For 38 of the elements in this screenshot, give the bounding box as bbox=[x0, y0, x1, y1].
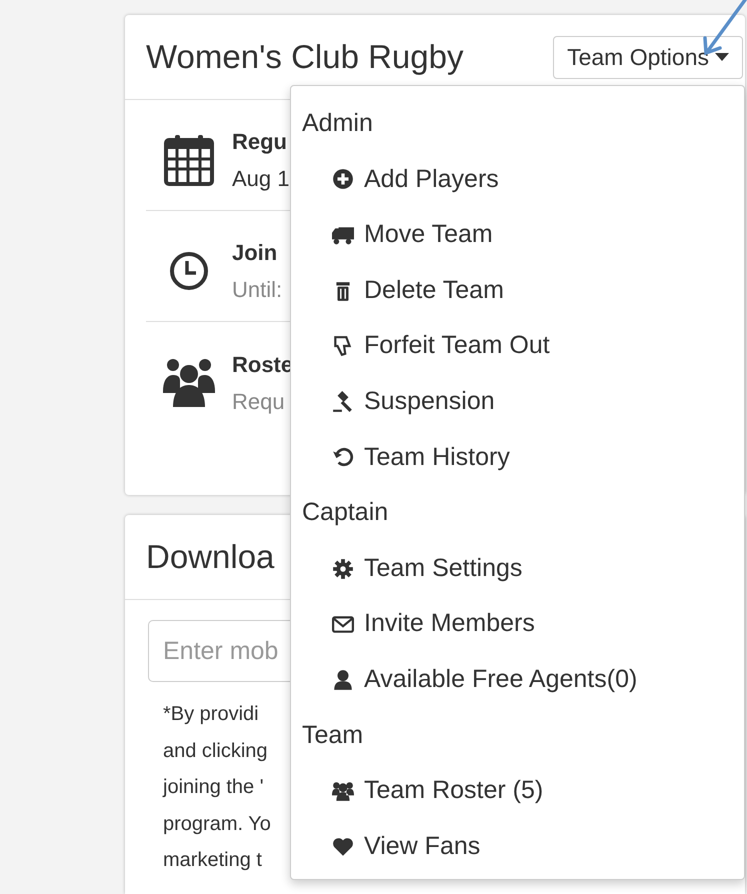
menu-item[interactable]: Team History bbox=[291, 430, 744, 486]
menu-item[interactable]: Team Settings bbox=[291, 540, 744, 596]
disclaimer-text: *By providi bbox=[163, 702, 259, 727]
menu-item[interactable]: Delete Team bbox=[291, 262, 744, 318]
menu-item[interactable]: Team Roster (5) bbox=[291, 763, 744, 819]
user-icon bbox=[332, 668, 354, 691]
row-detail: Until: bbox=[232, 276, 282, 304]
team-options-button[interactable]: Team Options bbox=[553, 36, 743, 78]
users-icon bbox=[161, 356, 217, 408]
calendar-icon bbox=[164, 134, 214, 186]
row-title: Join bbox=[232, 239, 278, 267]
menu-item[interactable]: View Fans bbox=[291, 818, 744, 874]
history-icon bbox=[332, 446, 354, 468]
users-icon bbox=[332, 780, 354, 802]
menu-section-header: Captain bbox=[302, 497, 388, 528]
row-detail: Aug 1 bbox=[232, 165, 290, 193]
heart-icon bbox=[332, 836, 354, 858]
menu-section-header: Team bbox=[302, 720, 364, 751]
disclaimer-text: marketing t bbox=[163, 848, 262, 873]
menu-item[interactable]: Suspension bbox=[291, 374, 744, 430]
row-detail: Requ bbox=[232, 388, 286, 416]
row-title: Roste bbox=[232, 350, 294, 378]
disclaimer-text: and clicking bbox=[163, 738, 268, 764]
menu-item[interactable]: Move Team bbox=[291, 207, 744, 263]
gavel-icon bbox=[332, 390, 354, 413]
disclaimer-text: joining the ' bbox=[163, 775, 264, 800]
row-title: Regu bbox=[232, 128, 288, 156]
plus-circle-icon bbox=[332, 168, 354, 190]
thumbs-down-icon bbox=[332, 335, 354, 358]
card-title: Women's Club Rugby bbox=[146, 37, 464, 78]
card-title: Downloa bbox=[146, 537, 274, 578]
menu-section-header: Admin bbox=[302, 108, 373, 140]
clock-icon bbox=[169, 251, 209, 291]
disclaimer-text: program. Yo bbox=[163, 812, 271, 836]
menu-item[interactable]: Forfeit Team Out bbox=[291, 318, 744, 374]
gear-icon bbox=[332, 558, 354, 580]
menu-item[interactable]: Add Players bbox=[291, 152, 744, 208]
caret-icon bbox=[715, 53, 729, 61]
